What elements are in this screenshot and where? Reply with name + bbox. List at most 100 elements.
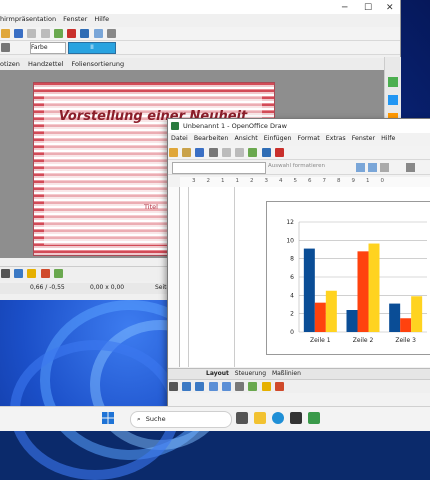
arrow-icon[interactable] [195,382,205,391]
chart-object[interactable]: 0 2 4 6 8 10 12 Zeile 1 Zeile 2 Zeile 3 [266,201,430,355]
menu-edit[interactable]: Bearbeiten [194,135,229,142]
file-explorer-icon[interactable] [254,412,266,424]
menu-view[interactable]: Ansicht [234,135,257,142]
bar [400,318,412,332]
text-icon[interactable] [235,382,245,391]
new-icon[interactable] [169,148,178,157]
align-center-icon[interactable] [368,163,377,172]
undo-icon[interactable] [27,29,37,38]
minimize-icon[interactable]: ─ [342,3,347,13]
cut-icon[interactable] [221,148,231,157]
tab-slide-sorter[interactable]: Foliensortierung [71,60,124,68]
search-box[interactable]: ⌕ Suche [130,411,232,428]
start-icon[interactable] [102,412,114,424]
fontwork-icon[interactable] [53,269,63,278]
menu-window[interactable]: Fenster [352,135,375,142]
tab-notes[interactable]: otizen [0,60,20,68]
help-icon[interactable] [274,148,284,157]
bar [314,302,326,332]
align-left-icon[interactable] [356,163,365,172]
fill-color-select[interactable]: II [68,42,116,54]
draw-app-icon [171,122,179,130]
fill-style-select[interactable]: Farbe [30,42,66,54]
y-tick-label: 10 [286,237,294,244]
menu-format[interactable]: Format [298,135,320,142]
table-icon[interactable] [53,29,63,38]
page-margin-line [234,187,235,367]
slide-subtitle[interactable]: Titel [144,203,158,211]
ruler-scale: 32112345678910 [192,178,395,184]
gallery-icon[interactable] [106,29,116,38]
cursor-position: 0,66 / -0,55 [30,284,65,291]
openoffice-icon[interactable] [308,412,320,424]
draw-drawing-toolbar [168,379,430,393]
select-icon[interactable] [169,382,178,391]
select-icon[interactable] [1,269,10,278]
gallery-icon[interactable] [388,95,398,105]
impress-menubar: hirmpräsentation Fenster Hilfe [0,14,400,25]
bar [368,243,380,332]
tab-handouts[interactable]: Handzettel [28,60,63,68]
bullets-icon[interactable] [380,163,389,172]
save-icon[interactable] [195,148,205,157]
bar [346,310,358,332]
menu-window[interactable]: Fenster [63,15,87,23]
navigator-icon[interactable] [67,29,77,38]
flowchart-icon[interactable] [274,382,284,391]
tab-dimension-lines[interactable]: Maßlinien [272,370,301,377]
menu-presentation[interactable]: hirmpräsentation [0,15,56,23]
save-icon[interactable] [14,29,24,38]
x-tick-label: Zeile 3 [395,337,416,344]
draw-layer-tabs: Layout Steuerung Maßlinien [168,368,430,379]
folder-icon[interactable] [1,29,10,38]
y-tick-label: 2 [290,311,294,318]
edge-icon[interactable] [272,412,284,424]
rectangle-icon[interactable] [208,382,218,391]
paste-icon[interactable] [248,148,258,157]
draw-menubar: Datei Bearbeiten Ansicht Einfügen Format… [168,133,430,144]
tab-layout[interactable]: Layout [206,370,229,377]
character-icon[interactable] [406,163,415,172]
star-icon[interactable] [27,269,37,278]
menu-file[interactable]: Datei [171,135,188,142]
help-icon[interactable] [80,29,90,38]
line-icon[interactable] [182,382,192,391]
menu-help[interactable]: Hilfe [381,135,395,142]
menu-insert[interactable]: Einfügen [264,135,292,142]
ellipse-icon[interactable] [221,382,231,391]
impress-line-fill-toolbar: Farbe II [0,41,400,55]
impress-drawing-toolbar [0,266,175,281]
page-margin-line [188,187,189,367]
line-icon[interactable] [14,269,24,278]
menu-tools[interactable]: Extras [326,135,346,142]
shape-icon[interactable] [40,269,50,278]
maximize-icon[interactable]: ☐ [364,3,372,13]
menu-help[interactable]: Hilfe [94,15,109,23]
bar-chart: 0 2 4 6 8 10 12 Zeile 1 Zeile 2 Zeile 3 [286,219,427,344]
line-style-icon[interactable] [1,43,10,52]
close-icon[interactable]: ✕ [386,3,394,13]
open-icon[interactable] [182,148,192,157]
task-view-icon[interactable] [236,412,248,424]
y-tick-label: 6 [290,274,294,281]
redo-icon[interactable] [40,29,50,38]
vertical-ruler [168,187,180,367]
style-select[interactable] [172,162,266,174]
y-tick-label: 8 [290,256,294,263]
curve-icon[interactable] [248,382,258,391]
store-icon[interactable] [290,412,302,424]
tab-controls[interactable]: Steuerung [235,370,266,377]
image-icon[interactable] [93,29,103,38]
zoom-icon[interactable] [261,148,271,157]
bar [389,303,401,332]
star-icon[interactable] [261,382,271,391]
copy-icon[interactable] [235,148,245,157]
impress-titlebar: ─ ☐ ✕ [0,0,400,14]
format-selection-field[interactable]: Auswahl formatieren [268,163,325,169]
draw-titlebar: Unbenannt 1 - OpenOffice Draw [168,119,430,133]
search-icon: ⌕ [137,415,141,423]
y-tick-label: 4 [290,292,294,299]
impress-statusbar: 0,66 / -0,55 0,00 x 0,00 Seite [0,283,175,294]
print-icon[interactable] [208,148,218,157]
styles-icon[interactable] [388,77,398,87]
